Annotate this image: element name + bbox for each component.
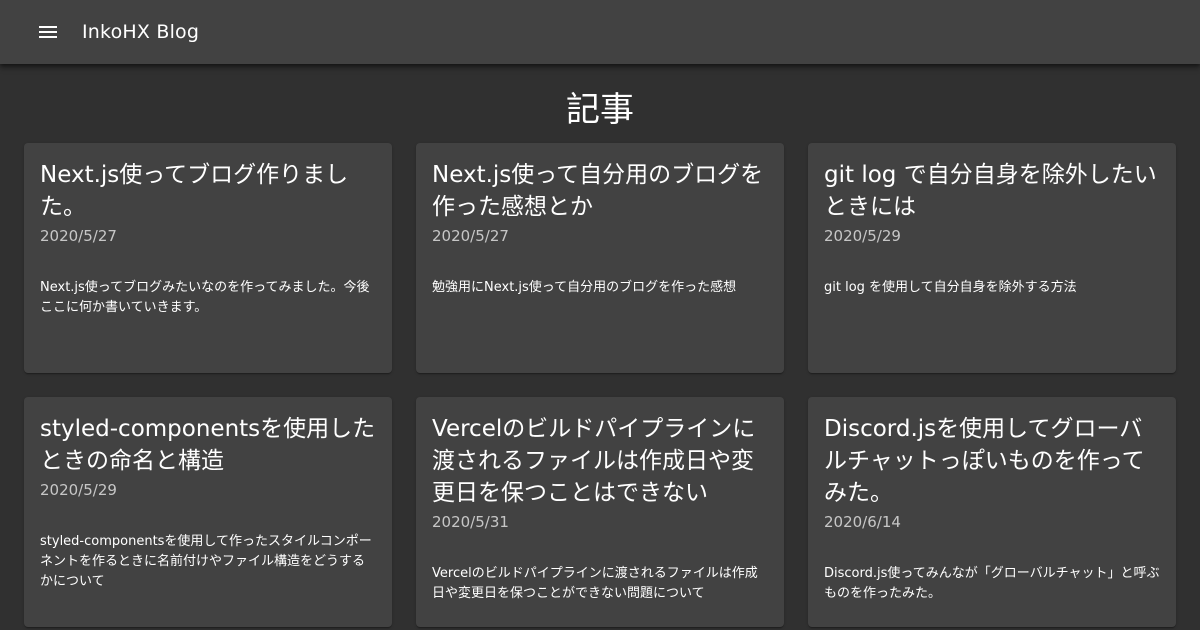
post-description: Next.js使ってブログみたいなのを作ってみました。今後ここに何か書いていきま…: [40, 280, 370, 315]
post-grid: Next.js使ってブログ作りました。 2020/5/27 Next.js使って…: [24, 143, 1176, 627]
post-card[interactable]: Next.js使ってブログ作りました。 2020/5/27 Next.js使って…: [24, 143, 392, 373]
post-date: 2020/6/14: [824, 513, 901, 531]
post-title: git log で自分自身を除外したいときには: [824, 162, 1157, 220]
post-description: Vercelのビルドパイプラインに渡されるファイルは作成日や変更日を保つことがで…: [432, 566, 758, 601]
menu-button[interactable]: [24, 8, 72, 56]
post-date: 2020/5/29: [40, 481, 117, 499]
post-date: 2020/5/31: [432, 513, 509, 531]
post-card[interactable]: styled-componentsを使用したときの命名と構造 2020/5/29…: [24, 397, 392, 627]
post-card[interactable]: Next.js使って自分用のブログを作った感想とか 2020/5/27 勉強用に…: [416, 143, 784, 373]
post-description: Discord.js使ってみんなが「グローバルチャット」と呼ぶものを作ったみた。: [824, 566, 1160, 601]
post-card[interactable]: Vercelのビルドパイプラインに渡されるファイルは作成日や変更日を保つことはで…: [416, 397, 784, 627]
post-card[interactable]: git log で自分自身を除外したいときには 2020/5/29 git lo…: [808, 143, 1176, 373]
post-title: Discord.jsを使用してグローバルチャットっぽいものを作ってみた。: [824, 416, 1145, 506]
post-date: 2020/5/29: [824, 227, 901, 245]
app-bar: InkoHX Blog: [0, 0, 1200, 64]
post-title: Next.js使ってブログ作りました。: [40, 162, 349, 220]
post-date: 2020/5/27: [40, 227, 117, 245]
post-description: git log を使用して自分自身を除外する方法: [824, 280, 1077, 295]
page-title: 記事: [566, 90, 634, 130]
post-description: styled-componentsを使用して作ったスタイルコンポーネントを作ると…: [40, 534, 372, 589]
menu-icon: [39, 26, 57, 38]
app-title[interactable]: InkoHX Blog: [82, 21, 199, 43]
post-title: Vercelのビルドパイプラインに渡されるファイルは作成日や変更日を保つことはで…: [432, 416, 756, 506]
post-title: styled-componentsを使用したときの命名と構造: [40, 416, 376, 474]
post-date: 2020/5/27: [432, 227, 509, 245]
post-description: 勉強用にNext.js使って自分用のブログを作った感想: [432, 280, 737, 295]
post-card[interactable]: Discord.jsを使用してグローバルチャットっぽいものを作ってみた。 202…: [808, 397, 1176, 627]
post-title: Next.js使って自分用のブログを作った感想とか: [432, 162, 764, 220]
